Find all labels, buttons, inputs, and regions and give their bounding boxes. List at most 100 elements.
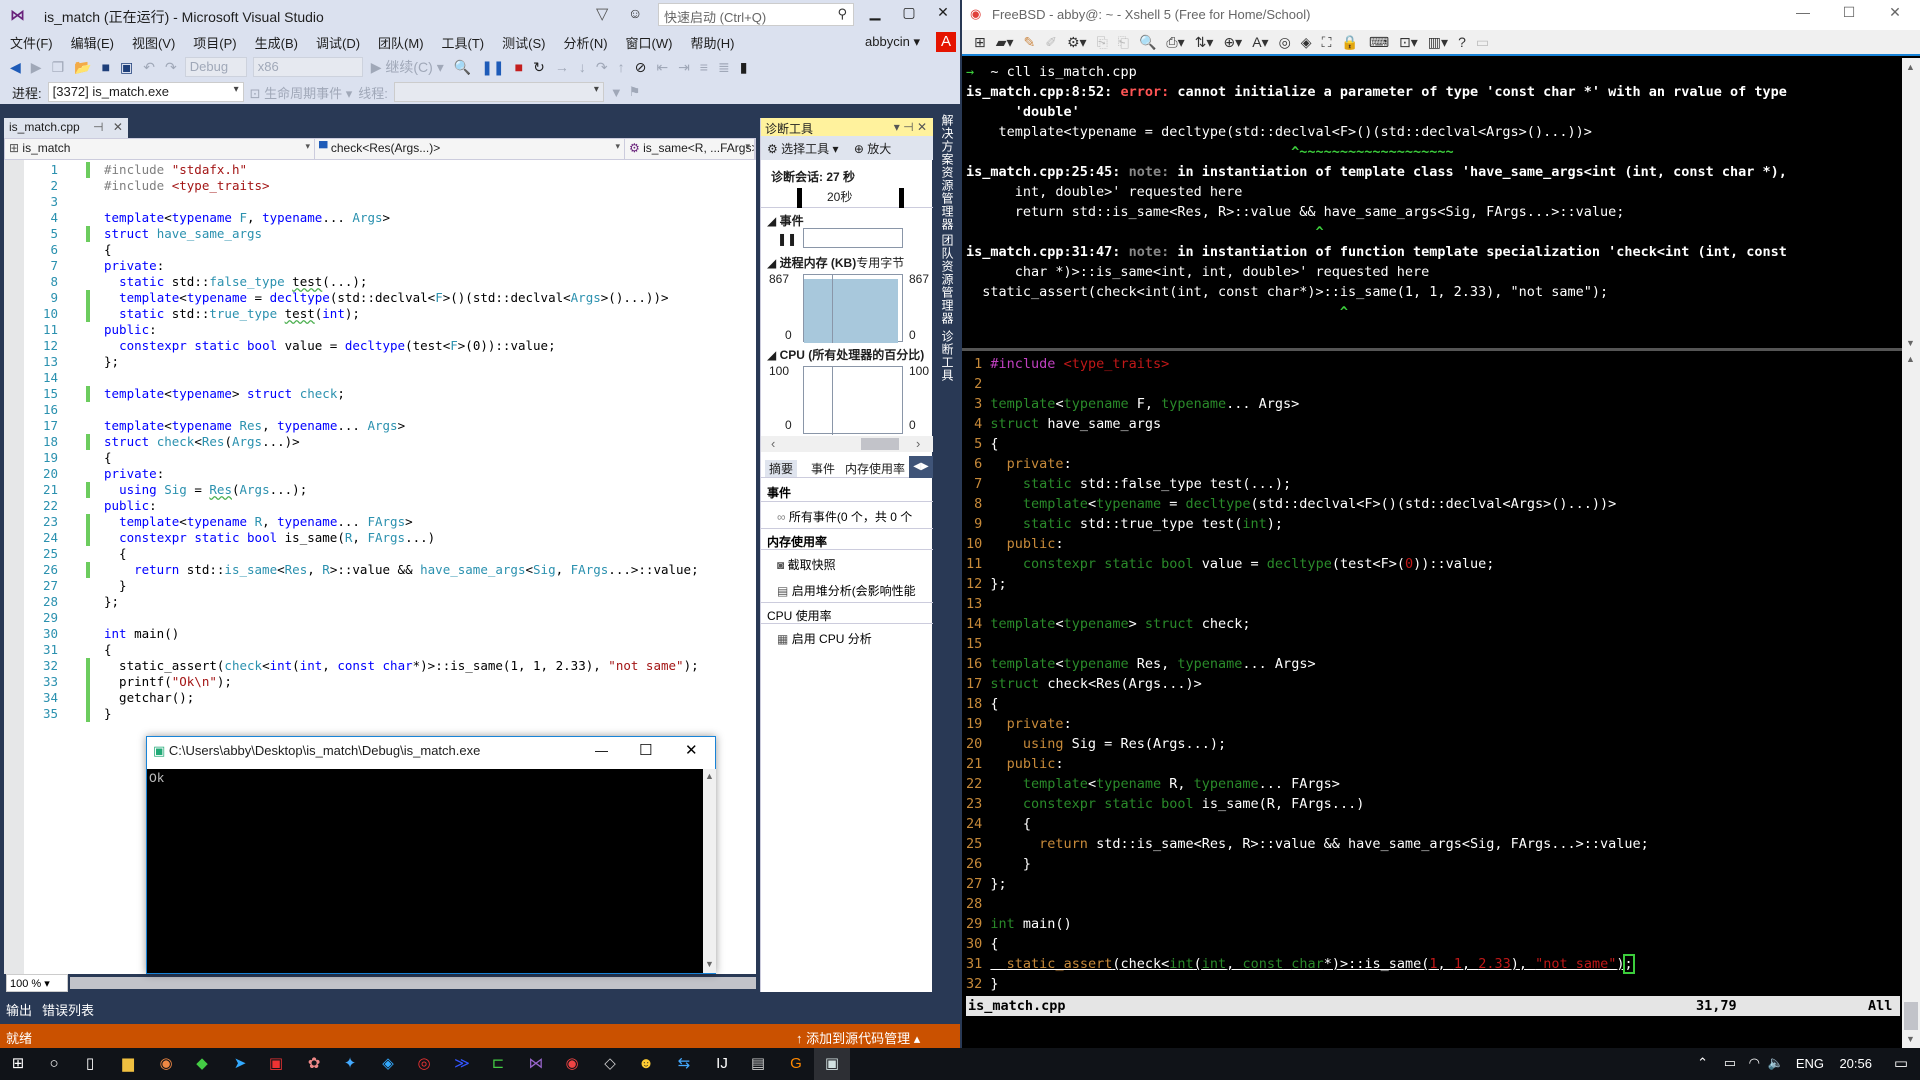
chat-icon[interactable]: ▭ [1476, 34, 1489, 51]
app-paint-icon[interactable]: ✿ [304, 1054, 324, 1074]
bookmark-icon[interactable]: ▮ [738, 59, 750, 76]
project-dropdown[interactable]: ⊞ is_match [5, 139, 315, 159]
console-close-button[interactable]: ✕ [685, 741, 698, 759]
scroll-right-icon[interactable]: › [916, 436, 920, 451]
print-icon[interactable]: ⎙▾ [1166, 34, 1184, 51]
platform-select[interactable]: x86 [252, 57, 363, 77]
add-to-source-control[interactable]: ↑ 添加到源代码管理 ▴ [796, 1028, 920, 1047]
pane-divider[interactable] [962, 348, 1902, 351]
menu-tools[interactable]: 工具(T) [432, 30, 493, 52]
new-tab-icon[interactable]: ⊡▾ [1399, 34, 1418, 51]
xshell-minimize-button[interactable]: — [1788, 4, 1818, 26]
globe-icon[interactable]: ⊕▾ [1223, 34, 1242, 51]
pin-icon[interactable]: ⊣ [93, 120, 103, 134]
battery-icon[interactable]: ▭ [1724, 1055, 1736, 1071]
wifi-icon[interactable]: ◠ [1749, 1055, 1760, 1071]
console-window[interactable]: ▣ C:\Users\abby\Desktop\is_match\Debug\i… [146, 736, 716, 974]
xshell-icon[interactable]: ◉ [562, 1054, 582, 1074]
connect-icon[interactable]: ✎ [1024, 34, 1036, 51]
netease-icon[interactable]: ◎ [414, 1054, 434, 1074]
layout-icon[interactable]: ▥▾ [1428, 34, 1448, 51]
powershell-icon[interactable]: ≫ [452, 1054, 472, 1074]
select-tool-button[interactable]: ⚙ 选择工具 ▾ [767, 142, 838, 156]
feedback-icon[interactable]: ☺ [628, 5, 642, 21]
close-button[interactable]: ✕ [928, 4, 958, 26]
menu-edit[interactable]: 编辑(E) [61, 30, 122, 52]
xshell-close-button[interactable]: ✕ [1880, 4, 1910, 26]
chrome-icon[interactable]: ◉ [156, 1054, 176, 1074]
scroll-up-icon[interactable]: ▲ [1906, 62, 1915, 72]
scroll-down-icon[interactable]: ▼ [1906, 338, 1915, 348]
visual-studio-icon[interactable]: ⋈ [526, 1054, 546, 1074]
menu-window[interactable]: 窗口(W) [616, 30, 681, 52]
redo-icon[interactable]: ↷ [163, 59, 179, 76]
tab-is-match-cpp[interactable]: is_match.cpp ⊣ ✕ [4, 118, 128, 138]
thread-select[interactable] [393, 82, 604, 102]
save-icon[interactable]: ■ [100, 59, 112, 75]
summary-all-events[interactable]: ∞ 所有事件(0 个，共 0 个 [761, 502, 933, 528]
comment-icon[interactable]: ⇤ [654, 59, 670, 76]
notification-filter-icon[interactable]: ▽ [596, 4, 608, 24]
lock-icon[interactable]: 🔒 [1341, 34, 1358, 51]
member-dropdown[interactable]: ⚙ is_same<R, ...FArgs> [625, 139, 755, 159]
terminal-compile-output[interactable]: → ~ cll is_match.cpp is_match.cpp:8:52: e… [966, 62, 1900, 346]
new-project-icon[interactable]: ❐ [50, 59, 67, 76]
account-badge[interactable]: A [936, 32, 956, 52]
horizontal-scrollbar[interactable] [70, 977, 756, 989]
pause-events-icon[interactable]: ❚❚ [777, 232, 797, 246]
scroll-down-icon-2[interactable]: ▼ [1906, 1034, 1915, 1044]
tray-overflow-icon[interactable]: ⌃ [1697, 1055, 1708, 1071]
resource-monitor-icon[interactable]: ▤ [748, 1054, 768, 1074]
menu-analyze[interactable]: 分析(N) [553, 30, 615, 52]
save-all-icon[interactable]: ▣ [118, 59, 135, 76]
copy-icon[interactable]: ⎘ [1097, 34, 1108, 51]
timeline-ruler[interactable]: 20秒 [761, 186, 933, 208]
outdent-icon[interactable]: ≣ [716, 59, 732, 76]
menu-file[interactable]: 文件(F) [0, 30, 61, 52]
task-view-icon[interactable]: ▯ [80, 1054, 100, 1074]
console-scrollbar[interactable]: ▲ ▼ [703, 769, 716, 973]
intellij-icon[interactable]: IJ [712, 1054, 732, 1074]
lifecycle-events-button[interactable]: ⊡ 生命周期事件 ▾ [250, 83, 353, 102]
help-icon[interactable]: ? [1458, 34, 1466, 50]
start-icon[interactable]: ⊞ [8, 1054, 28, 1074]
tab-events[interactable]: 事件 [811, 460, 835, 477]
menu-team[interactable]: 团队(M) [368, 30, 432, 52]
zoom-level-select[interactable]: 100 % ▾ [6, 974, 68, 992]
process-select[interactable]: [3372] is_match.exe [47, 82, 244, 102]
cortana-icon[interactable]: ○ [44, 1054, 64, 1074]
step-out-icon[interactable]: ↑ [616, 59, 627, 75]
scope-dropdown[interactable]: ▀ check<Res(Args...)> [315, 139, 625, 159]
pause-icon[interactable]: ❚❚ [479, 59, 506, 76]
config-select[interactable]: Debug [184, 57, 247, 77]
keyboard-icon[interactable]: ⌨ [1369, 34, 1389, 51]
find-icon[interactable]: 🔍 [452, 59, 473, 76]
tab-memory[interactable]: 内存使用率 [845, 460, 905, 477]
step-over-icon[interactable]: → [553, 59, 571, 75]
disconnect-icon[interactable]: ✐ [1045, 34, 1057, 51]
xftp-icon[interactable]: ◎ [1279, 34, 1291, 51]
menu-build[interactable]: 生成(B) [245, 30, 306, 52]
console-minimize-button[interactable]: — [595, 743, 608, 758]
breakpoints-icon[interactable]: ⊘ [633, 59, 649, 76]
tab-summary[interactable]: 摘要 [765, 460, 798, 477]
menu-test[interactable]: 测试(S) [492, 30, 553, 52]
app-green-icon[interactable]: ◆ [192, 1054, 212, 1074]
side-tab-solution-explorer[interactable]: 解决方案资源管理器 [938, 114, 956, 231]
transfer-icon[interactable]: ⇅▾ [1195, 34, 1214, 51]
flag-icon[interactable]: ⚑ [629, 84, 641, 100]
tab-scroll-arrows[interactable]: ◀▶ [909, 456, 933, 478]
tab-output[interactable]: 输出 [6, 1000, 32, 1019]
app-crystal-icon[interactable]: ◇ [600, 1054, 620, 1074]
take-snapshot-link[interactable]: ◙ 截取快照 [761, 550, 933, 576]
xshell-maximize-button[interactable]: ☐ [1834, 4, 1864, 26]
menu-view[interactable]: 视图(V) [122, 30, 183, 52]
file-explorer-icon[interactable]: ▆ [118, 1054, 138, 1074]
terminal-icon[interactable]: ⊏ [488, 1054, 508, 1074]
language-indicator[interactable]: ENG [1796, 1056, 1824, 1071]
qq-icon[interactable]: ☻ [636, 1054, 656, 1074]
user-account[interactable]: abbycin ▾ [865, 34, 920, 50]
maximize-button[interactable]: ▢ [894, 4, 924, 26]
undo-icon[interactable]: ↶ [141, 59, 157, 76]
clock[interactable]: 20:56 [1839, 1056, 1872, 1071]
